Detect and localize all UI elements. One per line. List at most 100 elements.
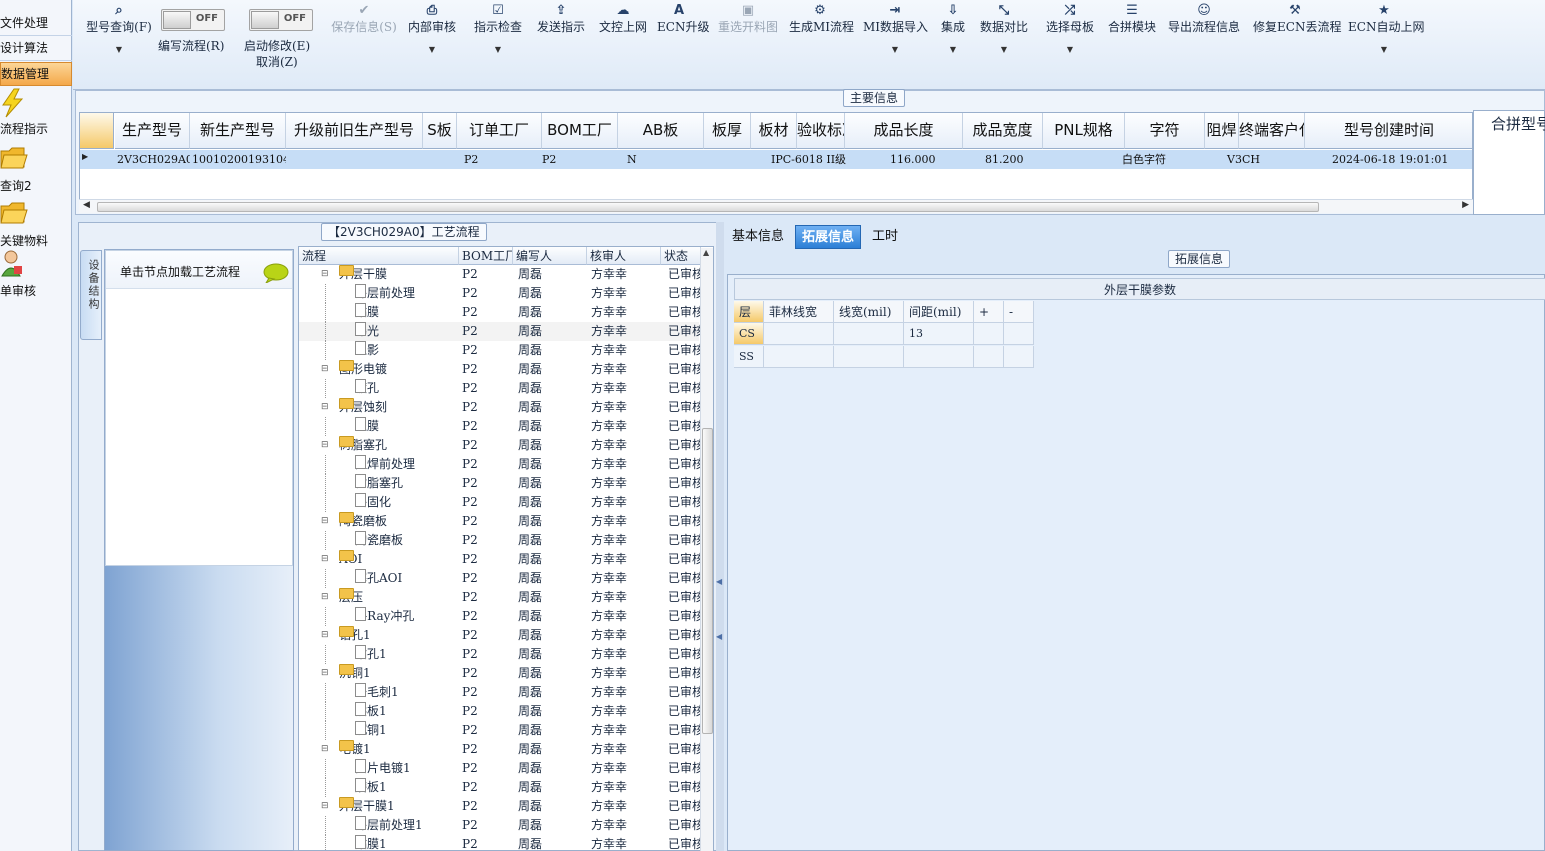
- grid-cell-3[interactable]: [423, 150, 457, 169]
- tree-row[interactable]: 磨板1P2 周磊 方幸幸 已审核: [299, 778, 700, 797]
- tree-node[interactable]: 镀孔: [355, 379, 459, 398]
- nav-icon-item-0[interactable]: 流程指示: [0, 88, 72, 142]
- tree-row[interactable]: ⊟ 沉铜1P2 周磊 方幸幸 已审核: [299, 664, 700, 683]
- collapse-icon[interactable]: ⊟: [321, 550, 329, 569]
- toolbar-button-2[interactable]: ⎙ 内部审核 ▼: [407, 2, 457, 57]
- param-header-4[interactable]: +: [974, 301, 1004, 323]
- grid-cell-0[interactable]: 2V3CH029A0: [115, 150, 190, 169]
- tree-node[interactable]: 烘板1: [355, 702, 459, 721]
- collapse-icon[interactable]: ⊟: [321, 740, 329, 759]
- tree-row[interactable]: ⊟ 图形电镀P2 周磊 方幸幸 已审核: [299, 360, 700, 379]
- tree-row[interactable]: ⊟ 外层干膜P2 周磊 方幸幸 已审核: [299, 265, 700, 284]
- tree-row[interactable]: 外层前处理P2 周磊 方幸幸 已审核: [299, 284, 700, 303]
- grid-header-8[interactable]: 板材: [751, 113, 797, 149]
- tree-row[interactable]: ⊟ 外层干膜1P2 周磊 方幸幸 已审核: [299, 797, 700, 816]
- tab-1[interactable]: 拓展信息: [795, 225, 862, 249]
- tree-header-3[interactable]: 核审人: [587, 247, 661, 265]
- collapse-icon[interactable]: ⊟: [321, 664, 329, 683]
- tree-node[interactable]: 塞孔AOI: [355, 569, 459, 588]
- tree-row[interactable]: 阻焊前处理P2 周磊 方幸幸 已审核: [299, 455, 700, 474]
- tree-row[interactable]: 沉铜1P2 周磊 方幸幸 已审核: [299, 721, 700, 740]
- nav-item-0[interactable]: 文件处理: [0, 12, 72, 36]
- tree-row[interactable]: 外层前处理1P2 周磊 方幸幸 已审核: [299, 816, 700, 835]
- tree-row[interactable]: X-Ray冲孔P2 周磊 方幸幸 已审核: [299, 607, 700, 626]
- tree-node[interactable]: 外层前处理: [355, 284, 459, 303]
- grid-header-0[interactable]: 生产型号: [115, 113, 190, 149]
- tree-row[interactable]: ⊟ 层压P2 周磊 方幸幸 已审核: [299, 588, 700, 607]
- tree-node[interactable]: 曝光: [355, 322, 459, 341]
- grid-header-12[interactable]: PNL规格: [1043, 113, 1125, 149]
- horizontal-scrollbar[interactable]: ◀ ▶: [79, 199, 1473, 213]
- param-header-0[interactable]: 层: [734, 301, 764, 323]
- chevron-down-icon[interactable]: ▼: [407, 43, 457, 57]
- grid-header-14[interactable]: 阻焊: [1205, 113, 1239, 149]
- toolbar-button-15[interactable]: ⚒ 修复ECN丢流程: [1253, 2, 1341, 35]
- panel-splitter[interactable]: ◀ ◀: [716, 222, 724, 851]
- grid-cell-6[interactable]: N: [625, 150, 700, 169]
- collapse-icon[interactable]: ⊟: [321, 398, 329, 417]
- tree-row[interactable]: 树脂塞孔P2 周磊 方幸幸 已审核: [299, 474, 700, 493]
- tree-node[interactable]: 陶瓷磨板: [355, 531, 459, 550]
- grid-cell-10[interactable]: 116.000: [888, 150, 983, 169]
- tree-node[interactable]: 负片电镀1: [355, 759, 459, 778]
- side-tab-structure[interactable]: 设备结构: [80, 250, 102, 340]
- tree-row[interactable]: 终固化P2 周磊 方幸幸 已审核: [299, 493, 700, 512]
- horizontal-scroll-thumb[interactable]: [97, 202, 1319, 212]
- tree-row[interactable]: 曝光P2 周磊 方幸幸 已审核: [299, 322, 700, 341]
- tree-row[interactable]: ⊟ 外层蚀刻P2 周磊 方幸幸 已审核: [299, 398, 700, 417]
- param-header-2[interactable]: 线宽(mil): [834, 301, 904, 323]
- grid-cell-5[interactable]: P2: [540, 150, 625, 169]
- nav-icon-item-2[interactable]: 关键物料: [0, 200, 72, 254]
- grid-header-3[interactable]: S板: [423, 113, 457, 149]
- param-cell[interactable]: 13: [904, 323, 974, 345]
- tree-row[interactable]: 塞孔AOIP2 周磊 方幸幸 已审核: [299, 569, 700, 588]
- collapse-icon[interactable]: ⊟: [321, 797, 329, 816]
- toolbar-button-0[interactable]: ⌕ 型号查询(F) ▼: [81, 2, 157, 57]
- grid-header-6[interactable]: AB板: [618, 113, 704, 149]
- grid-cell-4[interactable]: P2: [462, 150, 540, 169]
- tree-row[interactable]: ⊟ 钻孔1P2 周磊 方幸幸 已审核: [299, 626, 700, 645]
- tab-0[interactable]: 基本信息: [726, 225, 790, 249]
- collapse-icon[interactable]: ⊟: [321, 588, 329, 607]
- start-modify-toggle[interactable]: OFF: [249, 9, 313, 31]
- param-cell[interactable]: [834, 346, 904, 368]
- tree-node[interactable]: AOI: [339, 550, 459, 569]
- tree-node[interactable]: 退膜: [355, 417, 459, 436]
- toolbar-button-4[interactable]: ⇪ 发送指示: [533, 2, 589, 35]
- grid-header-15[interactable]: 终端客户代码: [1239, 113, 1305, 149]
- grid-header-13[interactable]: 字符: [1125, 113, 1205, 149]
- tree-node[interactable]: 树脂塞孔: [355, 474, 459, 493]
- tree-node[interactable]: 图形电镀: [339, 360, 459, 379]
- grid-cell-2[interactable]: [286, 150, 423, 169]
- toolbar-button-8[interactable]: ⚙ 生成MI流程: [789, 2, 854, 35]
- chevron-down-icon[interactable]: ▼: [863, 43, 927, 57]
- tree-row[interactable]: ⊟ 树脂塞孔P2 周磊 方幸幸 已审核: [299, 436, 700, 455]
- collapse-left-icon-2[interactable]: ◀: [716, 632, 722, 641]
- tree-node[interactable]: 磨板1: [355, 778, 459, 797]
- tree-node[interactable]: 沉铜1: [355, 721, 459, 740]
- tree-node[interactable]: 贴膜: [355, 303, 459, 322]
- nav-icon-item-3[interactable]: 单审核: [0, 250, 72, 304]
- grid-header-4[interactable]: 订单工厂: [457, 113, 542, 149]
- tree-row[interactable]: ⊟ 电镀1P2 周磊 方幸幸 已审核: [299, 740, 700, 759]
- toolbar-button-6[interactable]: A ECN升级: [657, 2, 709, 35]
- grid-cell-1[interactable]: 10010200193104: [190, 150, 286, 169]
- grid-header-16[interactable]: 型号创建时间: [1305, 113, 1472, 149]
- param-cell[interactable]: [974, 323, 1004, 345]
- toolbar-button-12[interactable]: ⤮ 选择母板 ▼: [1041, 2, 1099, 57]
- grid-cell-15[interactable]: V3CH: [1225, 150, 1330, 169]
- tree-node[interactable]: 陶瓷磨板: [339, 512, 459, 531]
- tree-node[interactable]: 外层干膜: [339, 265, 459, 284]
- grid-cell-13[interactable]: 白色字符: [1120, 150, 1201, 169]
- collapse-icon[interactable]: ⊟: [321, 436, 329, 455]
- load-flow-header[interactable]: 单击节点加载工艺流程: [106, 251, 292, 289]
- toolbar-button-16[interactable]: ★ ECN自动上网 ▼: [1348, 2, 1424, 57]
- toolbar-button-5[interactable]: ☁ 文控上网: [597, 2, 649, 35]
- toolbar-button-1[interactable]: ✔ 保存信息(S): [326, 2, 402, 35]
- tree-row[interactable]: 贴膜P2 周磊 方幸幸 已审核: [299, 303, 700, 322]
- toolbar-button-10[interactable]: ⇩ 集成 ▼: [938, 2, 968, 57]
- grid-header-2[interactable]: 升级前旧生产型号: [286, 113, 423, 149]
- chevron-down-icon[interactable]: ▼: [1041, 43, 1099, 57]
- nav-icon-item-1[interactable]: 查询2: [0, 145, 72, 199]
- toolbar-button-7[interactable]: ▣ 重选开料图: [716, 2, 780, 35]
